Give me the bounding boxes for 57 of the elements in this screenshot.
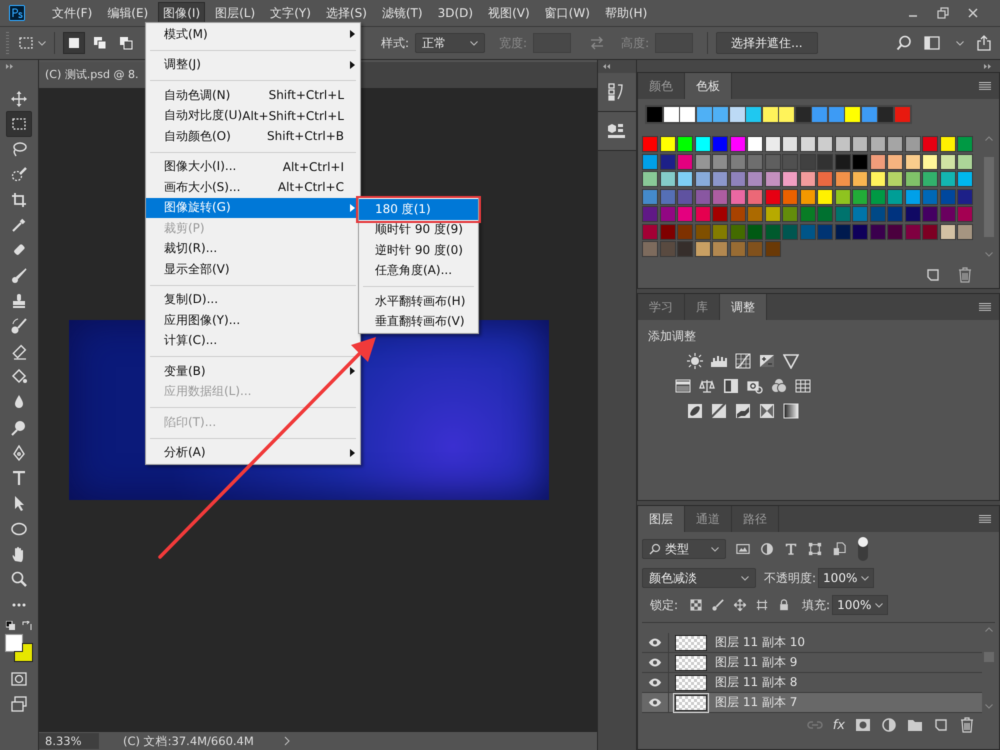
document-info: (C) 文档:37.4M/660.4M xyxy=(123,734,254,748)
fill-label: 填充: xyxy=(802,596,830,614)
layer-filter-dropdown[interactable]: 类型 xyxy=(642,539,726,559)
menu-item[interactable]: 逆时针 90 度(0) xyxy=(359,240,478,260)
menu-item[interactable]: 水平翻转画布(H) xyxy=(359,291,478,312)
zoom-level[interactable]: 8.33% xyxy=(39,733,99,749)
panel-heading: 添加调整 xyxy=(648,328,697,345)
panel-tab[interactable]: 路径 xyxy=(732,506,779,532)
layer-name: 图层 11 副本 8 xyxy=(715,674,798,691)
menu-item[interactable]: 帮助(H) xyxy=(600,2,652,24)
panel-tab[interactable]: 调整 xyxy=(720,294,767,320)
layer-name: 图层 11 副本 10 xyxy=(715,634,805,651)
panel-tab[interactable]: 学习 xyxy=(638,294,685,320)
opacity-field[interactable]: 100% xyxy=(818,568,874,588)
menu-item[interactable]: 变量(B) xyxy=(146,361,360,382)
panel-tab[interactable]: 通道 xyxy=(685,506,732,532)
menu-item[interactable]: 模式(M) xyxy=(146,24,360,44)
menu-item[interactable]: 文字(Y) xyxy=(265,2,316,24)
menu-item[interactable]: 裁切(R)... xyxy=(146,238,360,259)
menu-item[interactable]: 窗口(W) xyxy=(540,2,595,24)
style-dropdown[interactable]: 正常 xyxy=(415,33,486,53)
style-label: 样式: xyxy=(381,34,410,52)
menu-item[interactable]: 自动色调(N) Shift+Ctrl+L xyxy=(146,85,360,106)
menu-item[interactable]: 180 度(1) xyxy=(359,199,478,220)
menu-item[interactable]: 滤镜(T) xyxy=(376,2,428,24)
menu-item[interactable]: 图像(I) xyxy=(158,2,206,24)
menu-item[interactable]: 编辑(E) xyxy=(102,2,154,24)
menu-item[interactable]: 自动对比度(U)Alt+Shift+Ctrl+L xyxy=(146,106,360,126)
layer-row[interactable]: 图层 11 副本 9 xyxy=(642,653,982,673)
menu-item[interactable]: 图层(L) xyxy=(210,2,260,24)
layer-name: 图层 11 副本 9 xyxy=(715,654,798,671)
menu-item[interactable]: 图像大小(I)... Alt+Ctrl+I xyxy=(146,156,360,177)
menu-item[interactable]: 文件(F) xyxy=(47,2,98,24)
menu-item[interactable]: 复制(D)... xyxy=(146,290,360,310)
menu-item[interactable]: 选择(S) xyxy=(320,2,372,24)
layer-name: 图层 11 副本 7 xyxy=(715,694,798,711)
menu-item[interactable]: 任意角度(A)... xyxy=(359,260,478,281)
menu-item[interactable]: 显示全部(V) xyxy=(146,259,360,280)
menu-item[interactable]: 视图(V) xyxy=(483,2,535,24)
menu-item[interactable]: 垂直翻转画布(V) xyxy=(359,312,478,332)
select-and-mask-button[interactable]: 选择并遮住... xyxy=(716,32,818,54)
lock-label: 锁定: xyxy=(650,596,678,614)
menu-item[interactable]: 应用图像(Y)... xyxy=(146,310,360,330)
menu-item[interactable]: 分析(A) xyxy=(146,442,360,463)
fill-field[interactable]: 100% xyxy=(832,595,888,615)
layer-row[interactable]: 图层 11 副本 7 xyxy=(642,693,982,713)
panel-tab[interactable]: 色板 xyxy=(685,73,732,99)
panel-tab[interactable]: 图层 xyxy=(638,506,685,532)
menu-item[interactable]: 自动颜色(O) Shift+Ctrl+B xyxy=(146,126,360,146)
menu-item[interactable]: 顺时针 90 度(9) xyxy=(359,220,478,240)
menu-item[interactable]: 计算(C)... xyxy=(146,330,360,351)
opacity-label: 不透明度: xyxy=(764,570,816,586)
menu-item[interactable]: 3D(D) xyxy=(432,3,478,23)
fx-button[interactable]: fx xyxy=(832,718,845,732)
layer-row[interactable]: 图层 11 副本 10 xyxy=(642,633,982,653)
blend-mode-dropdown[interactable]: 颜色减淡 xyxy=(642,568,756,588)
menu-item[interactable]: 画布大小(S)... Alt+Ctrl+C xyxy=(146,177,360,198)
